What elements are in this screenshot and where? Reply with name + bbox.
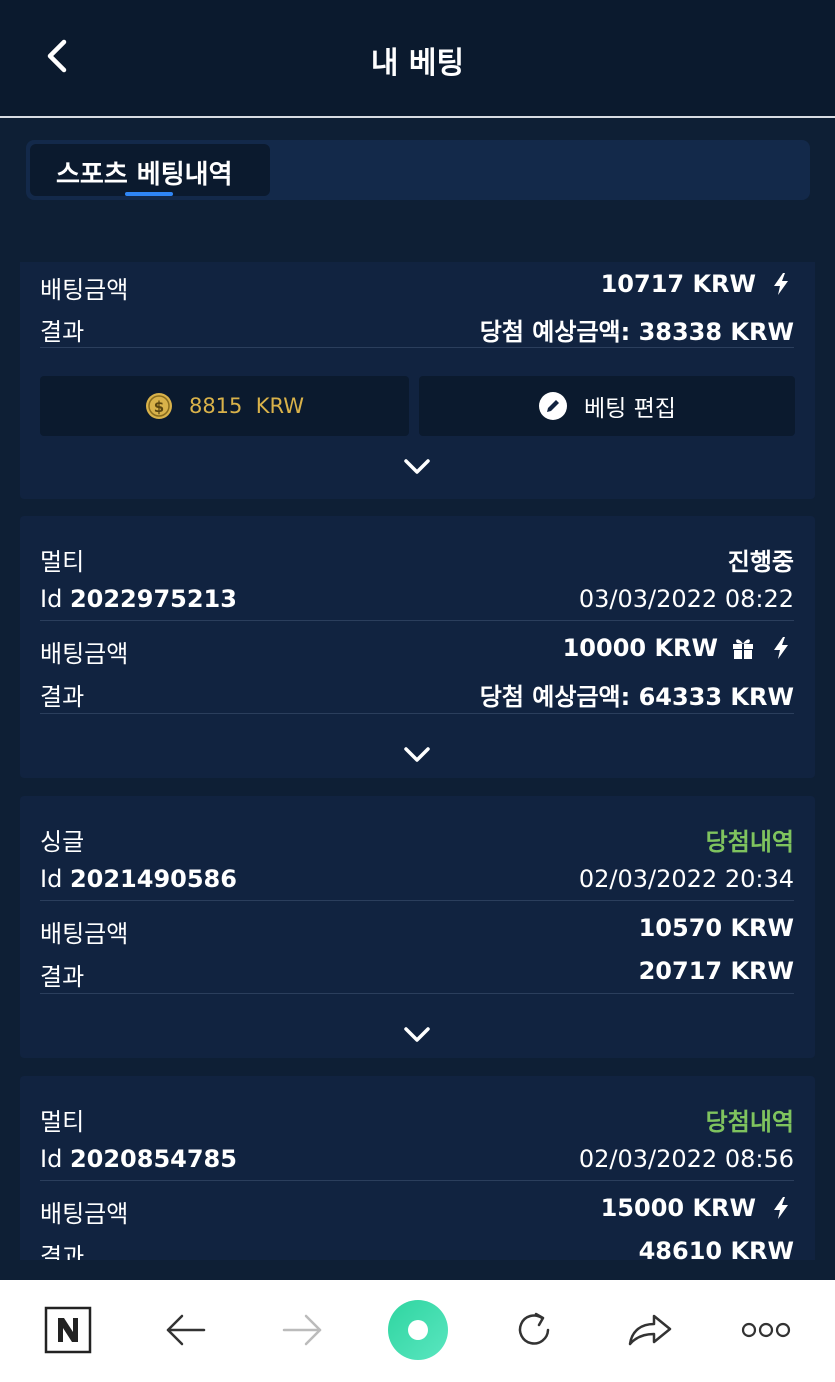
stake-label: 배팅금액: [40, 920, 129, 948]
bet-type: 싱글: [40, 828, 85, 856]
tab-active-indicator: [125, 192, 173, 196]
stake-row: 배팅금액 10717 KRW: [40, 266, 794, 304]
chevron-down-icon[interactable]: [402, 1025, 432, 1045]
bet-datetime: 03/03/2022 08:22: [578, 585, 794, 613]
bet-id: 2022975213: [69, 585, 237, 613]
result-label: 결과: [40, 318, 85, 346]
stake-label: 배팅금액: [40, 640, 129, 668]
refresh-icon: [518, 1312, 550, 1345]
result-row: 결과 당첨 예상금액: 38338 KRW: [40, 308, 794, 346]
bet-card: 싱글 당첨내역 Id 2021490586 02/03/2022 20:34 배…: [20, 796, 815, 1058]
chevron-down-icon[interactable]: [402, 457, 432, 477]
result-value: 48610 KRW: [638, 1237, 794, 1260]
bet-type-row: 싱글 당첨내역: [40, 818, 794, 856]
bet-type: 멀티: [40, 1108, 85, 1136]
stake-label: 배팅금액: [40, 1200, 129, 1228]
back-nav-button[interactable]: [154, 1298, 218, 1362]
forward-nav-button[interactable]: [270, 1298, 334, 1362]
bet-card: 멀티 당첨내역 Id 2020854785 02/03/2022 08:56 배…: [20, 1076, 815, 1260]
lightning-icon: [774, 273, 788, 295]
home-button[interactable]: [386, 1298, 450, 1362]
stake-value: 10717 KRW: [600, 270, 756, 298]
divider: [40, 900, 794, 901]
stake-row: 배팅금액 10000 KRW: [40, 630, 794, 668]
lightning-icon: [774, 1197, 788, 1219]
cashout-button[interactable]: $ 8815 KRW: [40, 376, 409, 436]
share-icon: [628, 1314, 672, 1346]
result-value: 당첨 예상금액: 38338 KRW: [479, 318, 794, 346]
home-circle-icon: [388, 1300, 448, 1360]
gift-icon: [733, 639, 753, 659]
divider: [40, 620, 794, 621]
result-label: 결과: [40, 683, 85, 711]
chevron-down-icon[interactable]: [402, 745, 432, 765]
bet-id: 2021490586: [69, 865, 237, 893]
result-label: 결과: [40, 963, 85, 991]
stake-value: 15000 KRW: [600, 1194, 756, 1222]
bet-type-row: 멀티 당첨내역: [40, 1098, 794, 1136]
bet-id: 2020854785: [69, 1145, 237, 1173]
bet-status: 당첨내역: [705, 828, 794, 856]
result-row: 결과 20717 KRW: [40, 953, 794, 991]
bet-status: 진행중: [727, 548, 794, 576]
naver-button[interactable]: [36, 1298, 100, 1362]
page-title: 내 베팅: [370, 46, 465, 81]
n-logo-icon: [44, 1306, 92, 1354]
result-label: 결과: [40, 1243, 85, 1260]
divider: [40, 1180, 794, 1181]
result-row: 결과 당첨 예상금액: 64333 KRW: [40, 673, 794, 711]
bet-id-row: Id 2022975213 03/03/2022 08:22: [40, 581, 794, 617]
coin-icon: $: [145, 393, 172, 419]
stake-value: 10570 KRW: [638, 914, 794, 942]
result-value: 당첨 예상금액: 64333 KRW: [479, 683, 794, 711]
edit-bet-label: 베팅 편집: [584, 396, 676, 422]
bet-card: 배팅금액 10717 KRW 결과 당첨 예상금액: 38338 KRW $ 8…: [20, 262, 815, 499]
bet-status: 당첨내역: [705, 1108, 794, 1136]
refresh-button[interactable]: [502, 1298, 566, 1362]
edit-bet-button[interactable]: 베팅 편집: [419, 376, 795, 436]
cashout-amount: 8815 KRW: [188, 394, 305, 418]
bet-type: 멀티: [40, 548, 85, 576]
id-prefix: Id: [40, 1145, 63, 1173]
result-row: 결과 48610 KRW: [40, 1233, 794, 1260]
id-prefix: Id: [40, 585, 63, 613]
tab-bar: 스포츠 베팅내역: [26, 140, 810, 200]
tab-label: 스포츠 베팅내역: [56, 160, 233, 190]
bet-type-row: 멀티 진행중: [40, 538, 794, 576]
share-button[interactable]: [618, 1298, 682, 1362]
bet-datetime: 02/03/2022 20:34: [578, 865, 794, 893]
bet-id-row: Id 2020854785 02/03/2022 08:56: [40, 1141, 794, 1177]
arrow-left-icon: [166, 1314, 206, 1346]
stake-row: 배팅금액 10570 KRW: [40, 910, 794, 948]
stake-label: 배팅금액: [40, 276, 129, 304]
id-prefix: Id: [40, 865, 63, 893]
more-icon: [741, 1322, 791, 1338]
lightning-icon: [774, 637, 788, 659]
more-button[interactable]: [734, 1298, 798, 1362]
result-value: 20717 KRW: [638, 957, 794, 985]
divider: [40, 993, 794, 994]
bet-id-row: Id 2021490586 02/03/2022 20:34: [40, 861, 794, 897]
svg-text:$: $: [154, 398, 164, 416]
arrow-right-icon: [282, 1314, 322, 1346]
bet-list[interactable]: 배팅금액 10717 KRW 결과 당첨 예상금액: 38338 KRW $ 8…: [0, 262, 835, 1260]
bet-card: 멀티 진행중 Id 2022975213 03/03/2022 08:22 배팅…: [20, 516, 815, 778]
pencil-icon: [539, 392, 568, 420]
top-header: 내 베팅: [0, 0, 835, 118]
browser-toolbar: [0, 1280, 835, 1382]
divider: [40, 713, 794, 714]
divider: [40, 347, 794, 348]
bet-datetime: 02/03/2022 08:56: [578, 1145, 794, 1173]
stake-value: 10000 KRW: [562, 634, 718, 662]
tab-sports-bet-history[interactable]: 스포츠 베팅내역: [30, 144, 270, 196]
stake-row: 배팅금액 15000 KRW: [40, 1190, 794, 1228]
